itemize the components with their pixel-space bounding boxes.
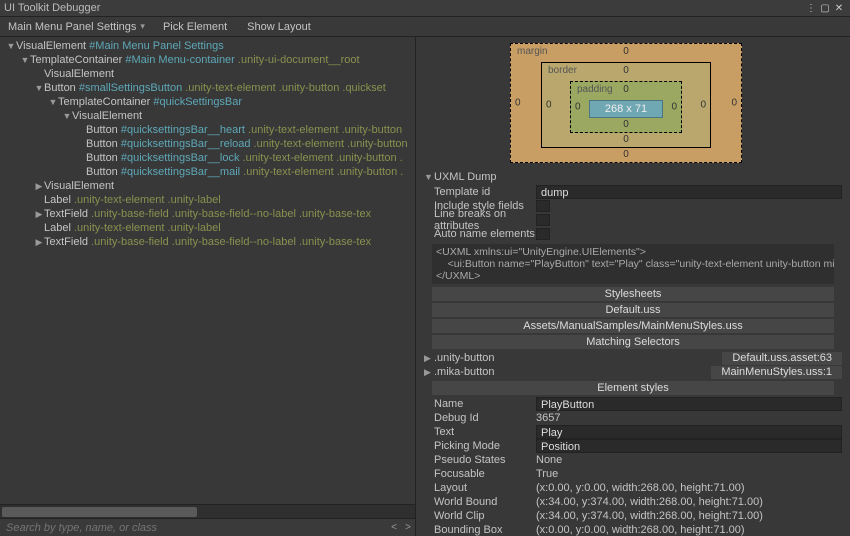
picking-mode-dropdown[interactable]: Position: [536, 439, 842, 453]
tree-row[interactable]: Label .unity-text-element .unity-label: [0, 193, 415, 207]
matching-selectors-header: Matching Selectors: [432, 335, 834, 349]
tree-row[interactable]: Label .unity-text-element .unity-label: [0, 221, 415, 235]
selector-source[interactable]: Default.uss.asset:63: [722, 352, 842, 365]
window-maximize-icon[interactable]: ▢: [818, 1, 832, 15]
tree-row[interactable]: ▼Button #smallSettingsButton .unity-text…: [0, 81, 415, 95]
template-id-input[interactable]: dump: [536, 185, 842, 199]
tree-row[interactable]: Button #quicksettingsBar__lock .unity-te…: [0, 151, 415, 165]
uxml-code-block: <UXML xmlns:ui="UnityEngine.UIElements">…: [432, 244, 834, 284]
horizontal-scrollbar[interactable]: [0, 504, 415, 518]
selector-row[interactable]: ▶.mika-buttonMainMenuStyles.uss:1: [416, 365, 842, 379]
panel-selector-dropdown[interactable]: Main Menu Panel Settings: [0, 17, 153, 36]
search-prev-button[interactable]: <: [387, 522, 401, 533]
toolbar: Main Menu Panel Settings Pick Element Sh…: [0, 17, 850, 37]
window-menu-icon[interactable]: ⋮: [804, 1, 818, 15]
auto-name-checkbox[interactable]: [536, 228, 550, 240]
tree-row[interactable]: ▼VisualElement: [0, 109, 415, 123]
stylesheets-header: Stylesheets: [432, 287, 834, 301]
tree-row[interactable]: ▶TextField .unity-base-field .unity-base…: [0, 207, 415, 221]
selector-row[interactable]: ▶.unity-buttonDefault.uss.asset:63: [416, 351, 842, 365]
stylesheet-item[interactable]: Default.uss: [432, 303, 834, 317]
tree-row[interactable]: ▶TextField .unity-base-field .unity-base…: [0, 235, 415, 249]
margin-label: margin: [517, 46, 548, 57]
box-model-content-size: 268 x 71: [589, 100, 663, 118]
tree-row[interactable]: ▼TemplateContainer #Main Menu-container …: [0, 53, 415, 67]
line-breaks-checkbox[interactable]: [536, 214, 550, 226]
tree-row[interactable]: Button #quicksettingsBar__mail .unity-te…: [0, 165, 415, 179]
text-input[interactable]: Play: [536, 425, 842, 439]
window-close-icon[interactable]: ✕: [832, 1, 846, 15]
tree-row[interactable]: ▶VisualElement: [0, 179, 415, 193]
element-styles-header: Element styles: [432, 381, 834, 395]
show-layout-button[interactable]: Show Layout: [237, 17, 321, 36]
name-input[interactable]: PlayButton: [536, 397, 842, 411]
tree-row[interactable]: VisualElement: [0, 67, 415, 81]
tree-row[interactable]: ▼TemplateContainer #quickSettingsBar: [0, 95, 415, 109]
box-model-diagram: margin 0 0 0 0 border 0 0 0 0 padding 0: [416, 37, 850, 169]
tree-row[interactable]: Button #quicksettingsBar__heart .unity-t…: [0, 123, 415, 137]
tree-row[interactable]: Button #quicksettingsBar__reload .unity-…: [0, 137, 415, 151]
border-label: border: [548, 65, 577, 76]
search-next-button[interactable]: >: [401, 522, 415, 533]
selector-source[interactable]: MainMenuStyles.uss:1: [711, 366, 842, 379]
window-titlebar: UI Toolkit Debugger ⋮ ▢ ✕: [0, 0, 850, 17]
stylesheet-item[interactable]: Assets/ManualSamples/MainMenuStyles.uss: [432, 319, 834, 333]
hierarchy-tree[interactable]: ▼VisualElement #Main Menu Panel Settings…: [0, 37, 415, 504]
include-styles-checkbox[interactable]: [536, 200, 550, 212]
padding-label: padding: [577, 84, 613, 95]
fold-icon[interactable]: ▶: [424, 353, 434, 364]
pick-element-button[interactable]: Pick Element: [153, 17, 237, 36]
fold-icon[interactable]: ▼: [424, 172, 434, 182]
window-title: UI Toolkit Debugger: [4, 2, 100, 14]
tree-row[interactable]: ▼VisualElement #Main Menu Panel Settings: [0, 39, 415, 53]
uxml-dump-header: UXML Dump: [434, 171, 497, 183]
search-input[interactable]: [0, 520, 387, 536]
fold-icon[interactable]: ▶: [424, 367, 434, 378]
